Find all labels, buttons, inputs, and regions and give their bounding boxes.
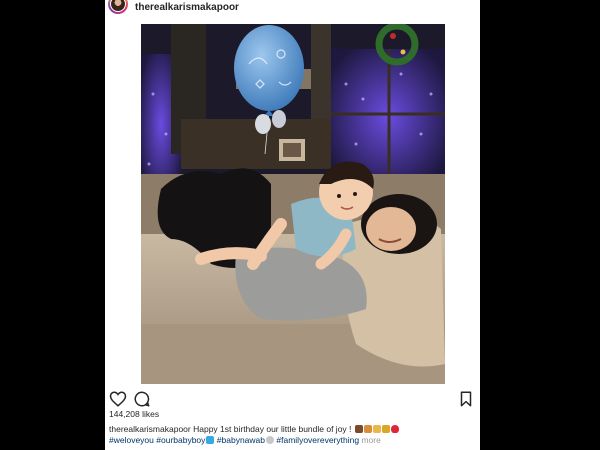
more-link[interactable]: more xyxy=(361,435,380,445)
party-popper-emoji-icon xyxy=(381,425,390,433)
heart-outline-icon[interactable] xyxy=(109,390,127,408)
avatar-image xyxy=(110,0,126,12)
blue-heart-emoji-icon xyxy=(206,436,215,444)
caption-text: Happy 1st birthday our little bundle of … xyxy=(193,424,352,434)
smile-emoji-icon xyxy=(266,436,275,444)
like-count[interactable]: 144,208 likes xyxy=(109,409,159,419)
hashtag-familyovereverything[interactable]: #familyovereverything xyxy=(276,435,359,445)
photo-illustration xyxy=(141,24,445,384)
hashtag-babynawab[interactable]: #babynawab xyxy=(217,435,265,445)
post-caption: therealkarismakapoor Happy 1st birthday … xyxy=(109,424,475,446)
balloon-emoji-icon xyxy=(363,425,372,433)
cake-emoji-icon xyxy=(372,425,381,433)
speech-bubble-icon[interactable] xyxy=(133,390,151,408)
post-header: therealkarismakapoor xyxy=(105,0,480,20)
user-avatar[interactable] xyxy=(108,0,128,14)
post-username[interactable]: therealkarismakapoor xyxy=(135,2,239,13)
hashtag-ourbabyboy[interactable]: #ourbabyboy xyxy=(156,435,205,445)
heart-emoji-icon xyxy=(390,425,399,433)
instagram-post: therealkarismakapoor 144,208 likes there… xyxy=(105,0,480,450)
gift-emoji-icon xyxy=(354,425,363,433)
post-actions xyxy=(105,390,480,408)
hashtag-weloveyou[interactable]: #weloveyou xyxy=(109,435,154,445)
caption-username[interactable]: therealkarismakapoor xyxy=(109,424,191,434)
bookmark-icon[interactable] xyxy=(457,390,475,408)
post-photo[interactable] xyxy=(141,24,445,384)
